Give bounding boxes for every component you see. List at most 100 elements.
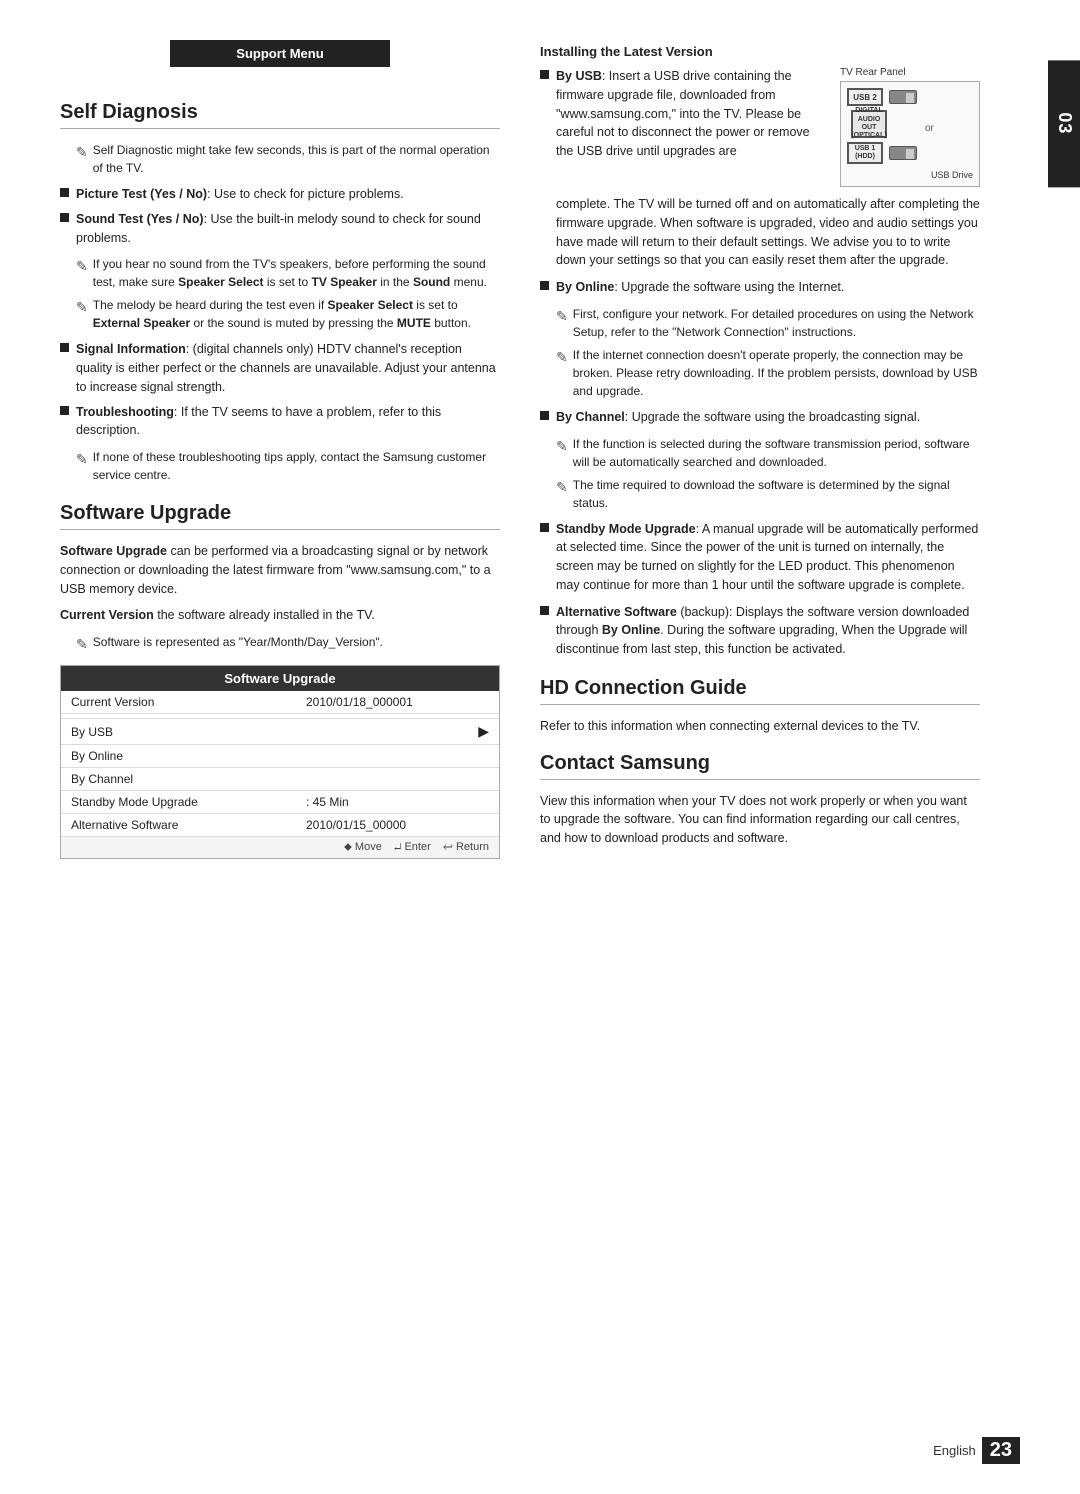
usb2-row: USB 2 <box>847 88 917 106</box>
by-channel-text: By Channel: Upgrade the software using t… <box>556 408 920 427</box>
page-language: English <box>933 1443 976 1458</box>
note-icon: ✎ <box>556 306 568 327</box>
current-version-note: Current Version the software already ins… <box>60 606 500 625</box>
bullet-icon <box>540 281 549 290</box>
sw-row-by-channel[interactable]: By Channel <box>61 768 499 791</box>
note-icon: ✎ <box>556 347 568 368</box>
self-diagnosis-section: Self Diagnosis ✎ Self Diagnostic might t… <box>60 101 500 484</box>
troubleshooting-item: Troubleshooting: If the TV seems to have… <box>60 403 500 441</box>
troubleshooting-note-text: If none of these troubleshooting tips ap… <box>93 448 500 484</box>
left-column: Support Menu Self Diagnosis ✎ Self Diagn… <box>60 40 500 869</box>
support-menu-header: Support Menu <box>170 40 390 67</box>
sound-note-1-text: If you hear no sound from the TV's speak… <box>93 255 500 291</box>
usb-drive-label: USB Drive <box>847 170 973 180</box>
by-online-text: By Online: Upgrade the software using th… <box>556 278 844 297</box>
bullet-icon <box>60 406 69 415</box>
usb1-port: USB 1(HDD) <box>847 142 883 164</box>
bullet-icon <box>60 213 69 222</box>
sw-standby-value: : 45 Min <box>296 791 499 814</box>
sw-by-channel-label: By Channel <box>61 768 296 791</box>
by-online-item: By Online: Upgrade the software using th… <box>540 278 980 297</box>
signal-info-item: Signal Information: (digital channels on… <box>60 340 500 396</box>
usb-stick-2 <box>889 146 917 160</box>
usb2-port: USB 2 <box>847 88 883 106</box>
software-upgrade-table: Software Upgrade Current Version 2010/01… <box>60 665 500 859</box>
footer-move-icon: ⬥ <box>344 841 352 853</box>
right-column: Installing the Latest Version By USB: In… <box>540 40 980 869</box>
troubleshooting-note: ✎ If none of these troubleshooting tips … <box>76 448 500 484</box>
sw-row-by-online[interactable]: By Online <box>61 745 499 768</box>
by-usb-continue: complete. The TV will be turned off and … <box>556 195 980 270</box>
software-upgrade-intro: Software Upgrade can be performed via a … <box>60 542 500 598</box>
sw-table-footer: ⬥ Move ↵ Enter ↩ Return <box>61 836 499 858</box>
sw-table-header: Software Upgrade <box>61 666 499 691</box>
hd-connection-text: Refer to this information when connectin… <box>540 717 980 736</box>
by-online-note-1-text: First, configure your network. For detai… <box>573 305 980 341</box>
optical-port: DIGITALAUDIO OUT(OPTICAL) <box>851 110 887 138</box>
sound-note-1: ✎ If you hear no sound from the TV's spe… <box>76 255 500 291</box>
page-number: 23 <box>982 1437 1020 1464</box>
sw-by-usb-label: By USB <box>61 719 296 745</box>
sound-note-2-text: The melody be heard during the test even… <box>93 296 500 332</box>
sw-row-label: Current Version <box>61 691 296 714</box>
sw-row-by-usb[interactable]: By USB ▶ <box>61 719 499 745</box>
sw-by-channel-value <box>296 768 499 791</box>
bullet-icon <box>540 523 549 532</box>
by-online-note-2: ✎ If the internet connection doesn't ope… <box>556 346 980 400</box>
picture-test-item: Picture Test (Yes / No): Use to check fo… <box>60 185 500 204</box>
by-usb-section: By USB: Insert a USB drive containing th… <box>540 67 980 187</box>
contact-samsung-section: Contact Samsung View this information wh… <box>540 752 980 848</box>
sound-note-2: ✎ The melody be heard during the test ev… <box>76 296 500 332</box>
software-upgrade-title: Software Upgrade <box>60 502 500 530</box>
version-format-text: Software is represented as "Year/Month/D… <box>93 633 383 651</box>
note-icon: ✎ <box>76 634 88 655</box>
sw-by-usb-arrow: ▶ <box>296 719 499 745</box>
alternative-software-item: Alternative Software (backup): Displays … <box>540 603 980 659</box>
hd-connection-title: HD Connection Guide <box>540 677 980 705</box>
by-usb-item: By USB: Insert a USB drive containing th… <box>540 67 830 161</box>
alternative-software-text: Alternative Software (backup): Displays … <box>556 603 980 659</box>
picture-test-text: Picture Test (Yes / No): Use to check fo… <box>76 185 404 204</box>
bullet-icon <box>60 188 69 197</box>
software-upgrade-section: Software Upgrade Software Upgrade can be… <box>60 502 500 859</box>
note-icon: ✎ <box>76 142 88 163</box>
contact-samsung-title: Contact Samsung <box>540 752 980 780</box>
side-tab-number: 03 <box>1054 113 1075 135</box>
footer-enter-label: Enter <box>404 841 430 853</box>
by-channel-item: By Channel: Upgrade the software using t… <box>540 408 980 427</box>
sw-standby-label: Standby Mode Upgrade <box>61 791 296 814</box>
install-title: Installing the Latest Version <box>540 44 980 59</box>
standby-upgrade-item: Standby Mode Upgrade: A manual upgrade w… <box>540 520 980 595</box>
by-channel-note-1: ✎ If the function is selected during the… <box>556 435 980 471</box>
note-icon: ✎ <box>76 449 88 470</box>
sound-test-item: Sound Test (Yes / No): Use the built-in … <box>60 210 500 248</box>
bullet-icon <box>540 606 549 615</box>
note-icon: ✎ <box>556 436 568 457</box>
contact-samsung-text: View this information when your TV does … <box>540 792 980 848</box>
sw-row-alt-software[interactable]: Alternative Software 2010/01/15_00000 <box>61 814 499 837</box>
usb-stick-1 <box>889 90 917 104</box>
tv-diagram: TV Rear Panel USB 2 DIGITALAUDIO OUT( <box>840 67 980 187</box>
by-channel-note-2: ✎ The time required to download the soft… <box>556 476 980 512</box>
note-icon: ✎ <box>76 297 88 318</box>
sw-row-value: 2010/01/18_000001 <box>296 691 499 714</box>
by-online-note-1: ✎ First, configure your network. For det… <box>556 305 980 341</box>
footer-return-label: Return <box>456 841 489 853</box>
footer-enter-icon: ↵ <box>394 841 401 853</box>
signal-info-text: Signal Information: (digital channels on… <box>76 340 500 396</box>
by-usb-text: By USB: Insert a USB drive containing th… <box>540 67 830 169</box>
note-icon: ✎ <box>76 256 88 277</box>
self-diagnosis-title: Self Diagnosis <box>60 101 500 129</box>
page-footer: English 23 <box>933 1437 1020 1464</box>
footer-move-label: Move <box>355 841 382 853</box>
self-diagnosis-intro-text: Self Diagnostic might take few seconds, … <box>93 141 500 177</box>
sw-row-standby[interactable]: Standby Mode Upgrade : 45 Min <box>61 791 499 814</box>
bullet-icon <box>540 70 549 79</box>
sw-row-current-version: Current Version 2010/01/18_000001 <box>61 691 499 714</box>
bullet-icon <box>60 343 69 352</box>
note-icon: ✎ <box>556 477 568 498</box>
hd-connection-section: HD Connection Guide Refer to this inform… <box>540 677 980 736</box>
by-online-note-2-text: If the internet connection doesn't opera… <box>573 346 980 400</box>
sound-test-text: Sound Test (Yes / No): Use the built-in … <box>76 210 500 248</box>
side-tab: 03 Basic Features <box>1048 60 1080 187</box>
